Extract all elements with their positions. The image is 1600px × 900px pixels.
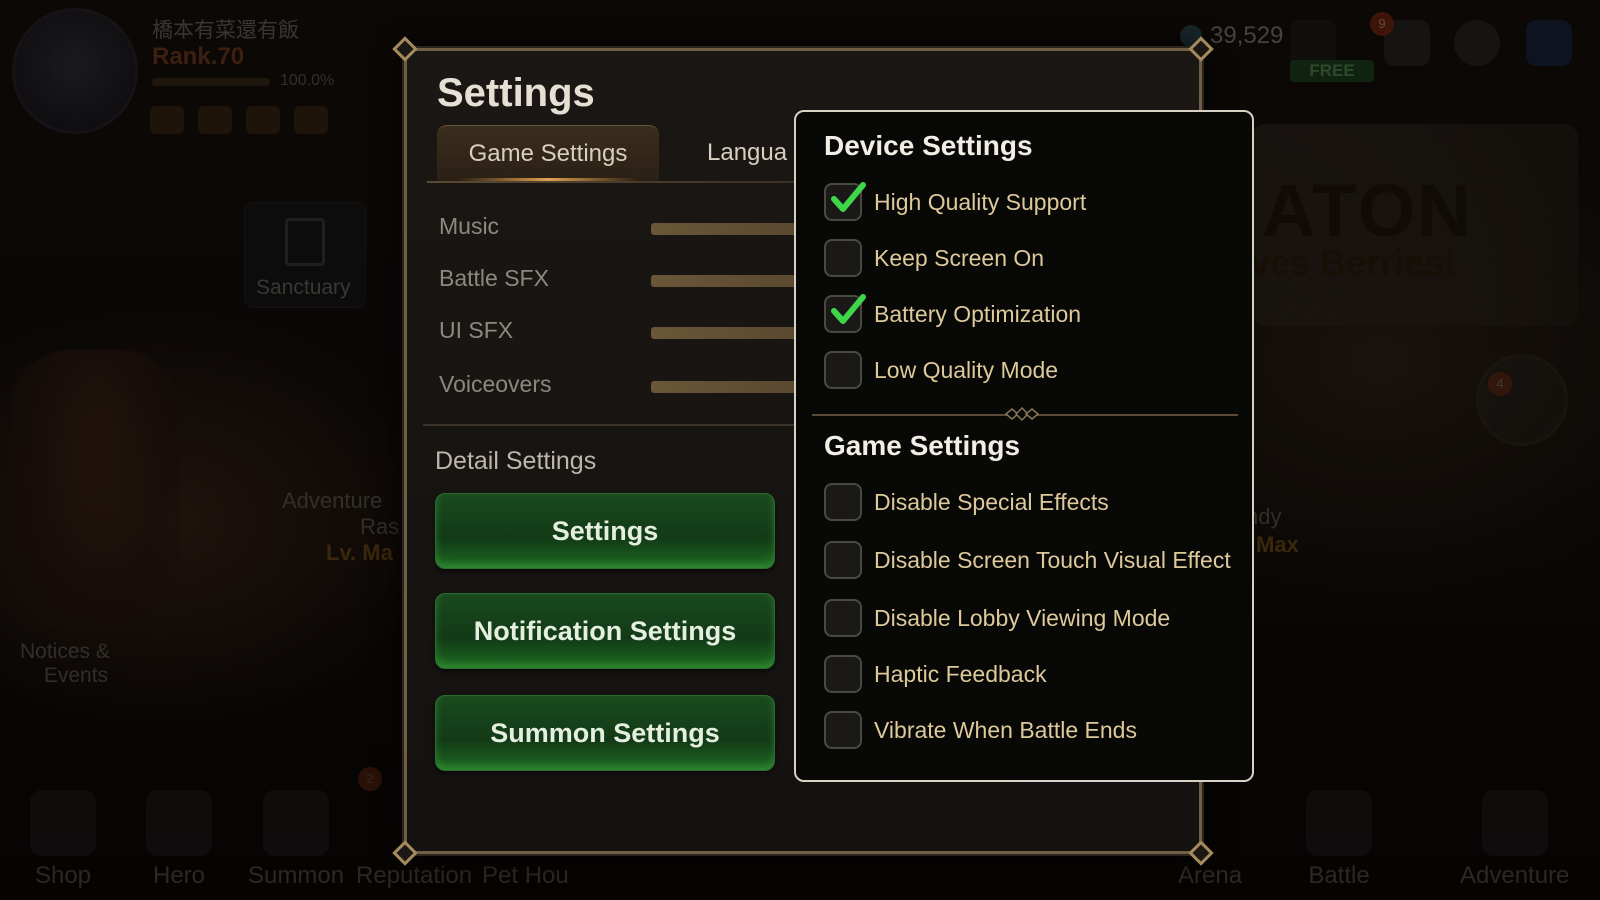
settings-title: Settings bbox=[437, 71, 595, 115]
checkbox[interactable] bbox=[824, 483, 862, 521]
checkbox[interactable] bbox=[824, 239, 862, 277]
option-label: Haptic Feedback bbox=[874, 660, 1047, 687]
option-battery-optimization[interactable]: Battery Optimization bbox=[824, 294, 1081, 334]
option-label: Keep Screen On bbox=[874, 244, 1045, 271]
option-disable-touch-effect[interactable]: Disable Screen Touch Visual Effect bbox=[824, 540, 1231, 580]
option-vibrate-battle-ends[interactable]: Vibrate When Battle Ends bbox=[824, 710, 1137, 750]
voiceovers-slider[interactable] bbox=[651, 381, 801, 393]
option-keep-screen-on[interactable]: Keep Screen On bbox=[824, 238, 1044, 278]
option-label: Disable Screen Touch Visual Effect bbox=[874, 546, 1231, 573]
diamond-ornament-icon bbox=[1004, 406, 1040, 422]
music-label: Music bbox=[439, 213, 500, 239]
checkbox[interactable] bbox=[824, 182, 866, 221]
option-label: Disable Lobby Viewing Mode bbox=[874, 604, 1171, 631]
ui-sfx-label: UI SFX bbox=[439, 317, 514, 343]
checkbox[interactable] bbox=[824, 294, 866, 333]
settings-button[interactable]: Settings bbox=[435, 493, 775, 569]
device-settings-popup: Device Settings High Quality Support Kee… bbox=[794, 110, 1254, 782]
device-settings-title: Device Settings bbox=[824, 130, 1033, 161]
notification-settings-button[interactable]: Notification Settings bbox=[435, 593, 775, 669]
option-high-quality-support[interactable]: High Quality Support bbox=[824, 182, 1086, 222]
option-disable-lobby-viewing[interactable]: Disable Lobby Viewing Mode bbox=[824, 598, 1170, 638]
detail-settings-title: Detail Settings bbox=[435, 447, 597, 475]
checkbox[interactable] bbox=[824, 655, 862, 693]
summon-settings-button[interactable]: Summon Settings bbox=[435, 695, 775, 771]
battle-sfx-slider[interactable] bbox=[651, 275, 801, 287]
option-disable-special-effects[interactable]: Disable Special Effects bbox=[824, 482, 1109, 522]
ui-sfx-slider[interactable] bbox=[651, 327, 801, 339]
checkbox[interactable] bbox=[824, 599, 862, 637]
option-label: Vibrate When Battle Ends bbox=[874, 716, 1137, 743]
game-settings-title: Game Settings bbox=[824, 430, 1021, 461]
checkbox[interactable] bbox=[824, 351, 862, 389]
tab-underline bbox=[427, 181, 797, 183]
option-label: Battery Optimization bbox=[874, 300, 1082, 327]
music-slider[interactable] bbox=[651, 223, 801, 235]
checkmark-icon bbox=[831, 294, 866, 324]
section-divider bbox=[423, 424, 803, 426]
option-label: Low Quality Mode bbox=[874, 356, 1059, 383]
option-low-quality-mode[interactable]: Low Quality Mode bbox=[824, 350, 1058, 390]
option-haptic-feedback[interactable]: Haptic Feedback bbox=[824, 654, 1047, 694]
battle-sfx-label: Battle SFX bbox=[439, 265, 549, 291]
checkmark-icon bbox=[831, 182, 866, 212]
voiceovers-label: Voiceovers bbox=[439, 371, 552, 397]
checkbox[interactable] bbox=[824, 541, 862, 579]
checkbox[interactable] bbox=[824, 711, 862, 749]
option-label: High Quality Support bbox=[874, 188, 1087, 215]
option-label: Disable Special Effects bbox=[874, 488, 1109, 515]
tab-game-settings[interactable]: Game Settings bbox=[437, 125, 659, 181]
